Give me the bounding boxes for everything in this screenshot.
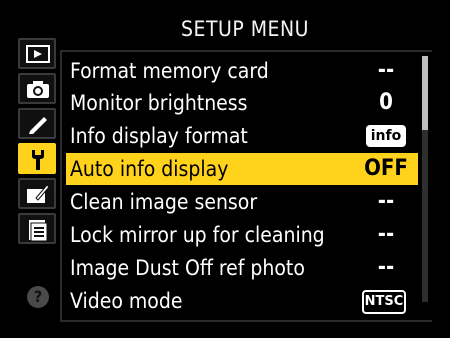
menu-item-value: -- [377,189,395,214]
tab-retouch[interactable] [18,178,56,209]
scrollbar-thumb[interactable] [422,56,428,130]
tab-my-menu[interactable] [18,213,56,244]
menu-item-label: Info display format [70,124,248,148]
custom-settings-icon [29,117,47,134]
setup-menu-icon [32,150,44,170]
playback-menu-icon [26,45,50,63]
menu-item-label: Format memory card [70,59,269,83]
menu-item-value: info [366,125,406,147]
scrollbar[interactable] [422,56,428,302]
menu-item-value: OFF [364,156,408,181]
menu-item-label: Clean image sensor [70,190,258,214]
menu-item-label: Image Dust Off ref photo [70,256,305,280]
menu-item-value: -- [377,222,395,247]
my-menu-icon [29,220,48,241]
menu-item[interactable]: Lock mirror up for cleaning -- [66,219,418,251]
menu-item[interactable]: Auto info display OFF [66,153,418,185]
menu-item-value: -- [377,255,395,280]
menu-item[interactable]: Clean image sensor -- [66,186,418,218]
menu-item-label: Lock mirror up for cleaning [70,223,325,247]
menu-item[interactable]: Format memory card -- [66,55,418,87]
menu-item[interactable]: Image Dust Off ref photo -- [66,252,418,284]
page-title: SETUP MENU [181,17,309,41]
tab-custom-settings[interactable] [18,108,56,139]
menu-item-label: Monitor brightness [70,91,248,115]
tab-playback[interactable] [18,38,56,69]
menu-item-label: Auto info display [70,157,229,181]
menu-item[interactable]: Monitor brightness 0 [66,87,418,119]
retouch-menu-icon [27,184,50,203]
tab-setup[interactable] [18,143,56,174]
tab-shooting[interactable] [18,73,56,104]
menu-item-value: 0 [379,90,393,115]
menu-item-value: NTSC [362,290,406,314]
camera-menu-screen: SETUP MENU ? Format memory card -- Monit… [0,0,450,338]
menu-item-value: -- [377,58,395,83]
help-icon[interactable]: ? [27,286,49,308]
menu-item[interactable]: Info display format info [66,120,418,152]
menu-item[interactable]: Video mode NTSC [66,285,418,317]
shooting-menu-icon [27,81,49,98]
menu-item-label: Video mode [70,289,183,313]
